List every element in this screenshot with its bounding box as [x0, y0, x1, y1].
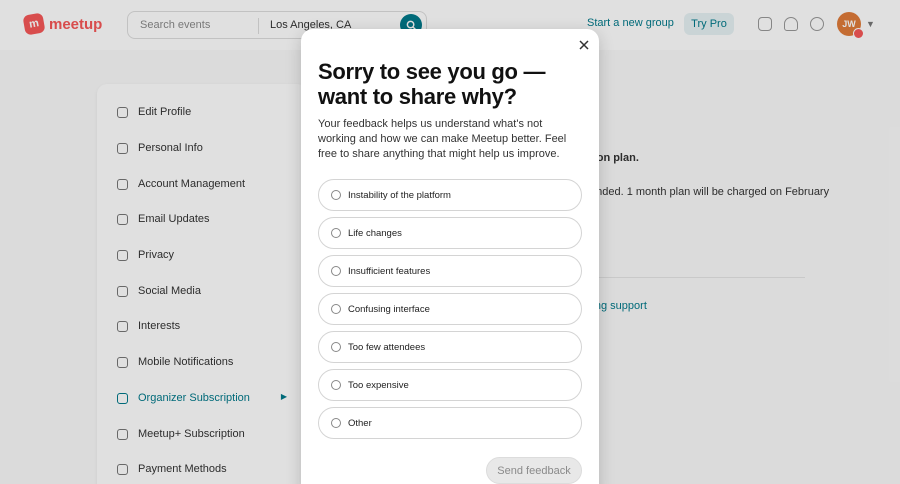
- option-label: Life changes: [348, 227, 402, 239]
- feedback-option[interactable]: Life changes: [318, 217, 582, 249]
- send-feedback-button[interactable]: Send feedback: [486, 457, 582, 484]
- close-button[interactable]: [577, 38, 591, 52]
- option-label: Too expensive: [348, 379, 409, 391]
- cancel-feedback-modal: Sorry to see you go — want to share why?…: [301, 29, 599, 484]
- feedback-option[interactable]: Other: [318, 407, 582, 439]
- radio-button[interactable]: [331, 266, 341, 276]
- option-label: Too few attendees: [348, 341, 426, 353]
- feedback-option[interactable]: Insufficient features: [318, 255, 582, 287]
- modal-title: Sorry to see you go — want to share why?: [318, 59, 546, 109]
- option-label: Confusing interface: [348, 303, 430, 315]
- radio-button[interactable]: [331, 342, 341, 352]
- radio-button[interactable]: [331, 418, 341, 428]
- option-label: Insufficient features: [348, 265, 431, 277]
- option-label: Instability of the platform: [348, 189, 451, 201]
- close-icon: [579, 40, 589, 50]
- radio-button[interactable]: [331, 190, 341, 200]
- radio-button[interactable]: [331, 228, 341, 238]
- radio-button[interactable]: [331, 380, 341, 390]
- feedback-option[interactable]: Instability of the platform: [318, 179, 582, 211]
- feedback-option[interactable]: Too few attendees: [318, 331, 582, 363]
- modal-description: Your feedback helps us understand what's…: [318, 118, 567, 160]
- option-label: Other: [348, 417, 372, 429]
- radio-button[interactable]: [331, 304, 341, 314]
- feedback-option[interactable]: Too expensive: [318, 369, 582, 401]
- feedback-option[interactable]: Confusing interface: [318, 293, 582, 325]
